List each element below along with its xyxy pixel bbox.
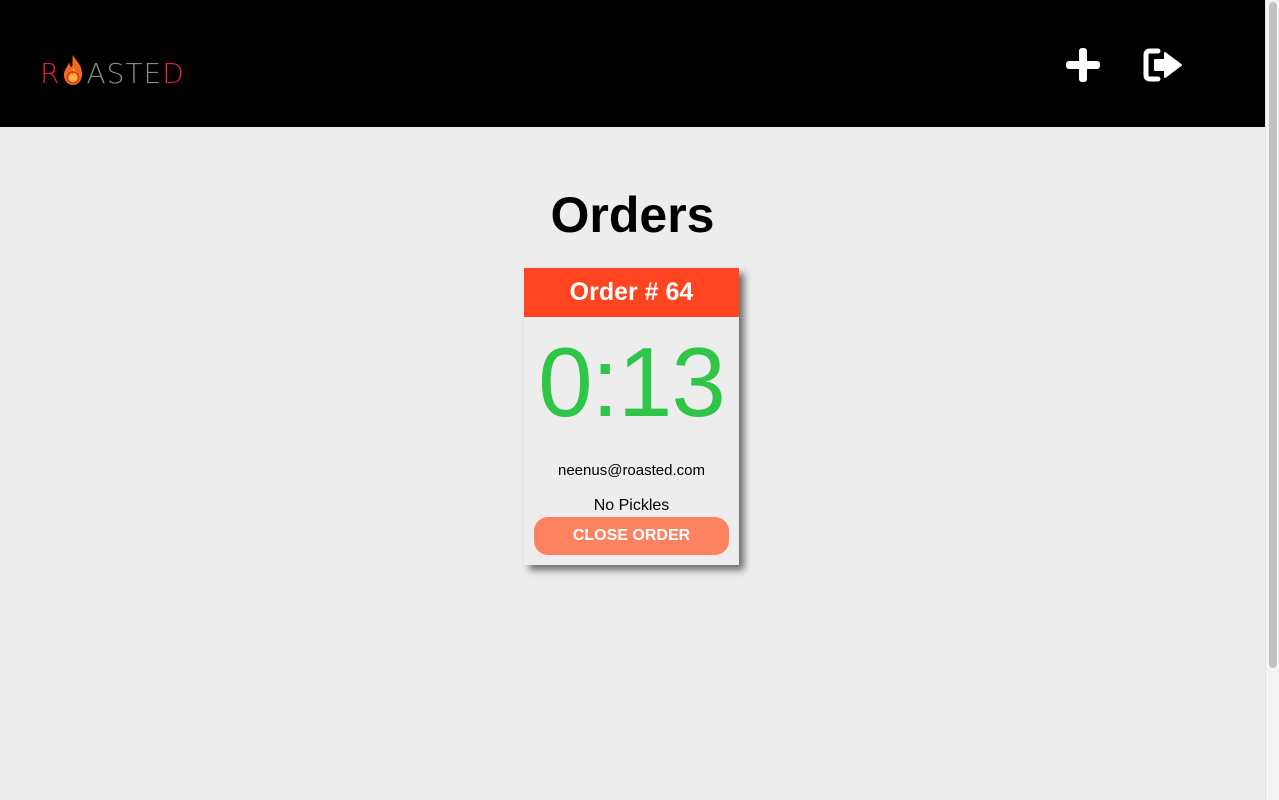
scrollbar-thumb[interactable] [1269, 2, 1277, 668]
page-title: Orders [550, 187, 715, 243]
header-actions [1062, 44, 1184, 86]
plus-icon [1066, 48, 1100, 82]
sign-out-icon [1143, 48, 1182, 82]
order-number: Order # 64 [524, 268, 739, 317]
logo-letter-e: E [143, 57, 163, 90]
customer-email: neenus@roasted.com [558, 462, 705, 479]
flame-o-icon [61, 54, 85, 88]
order-card: Order # 64 0:13 neenus@roasted.com No Pi… [524, 268, 739, 565]
roasted-logo[interactable]: R A S T E D [40, 50, 185, 88]
logo-letter-d: D [162, 57, 185, 90]
close-order-button[interactable]: CLOSE ORDER [534, 517, 729, 555]
vertical-scrollbar[interactable] [1265, 0, 1279, 800]
logo-letter-s: S [106, 57, 126, 90]
logo-letter-r: R [40, 57, 61, 90]
order-notes: No Pickles [593, 497, 670, 514]
logo-letter-a: A [86, 57, 107, 90]
top-bar: R A S T E D [0, 0, 1265, 127]
add-order-button[interactable] [1062, 44, 1104, 86]
order-timer: 0:13 [538, 327, 726, 437]
logout-button[interactable] [1142, 44, 1184, 86]
logo-letter-t: T [125, 57, 144, 90]
